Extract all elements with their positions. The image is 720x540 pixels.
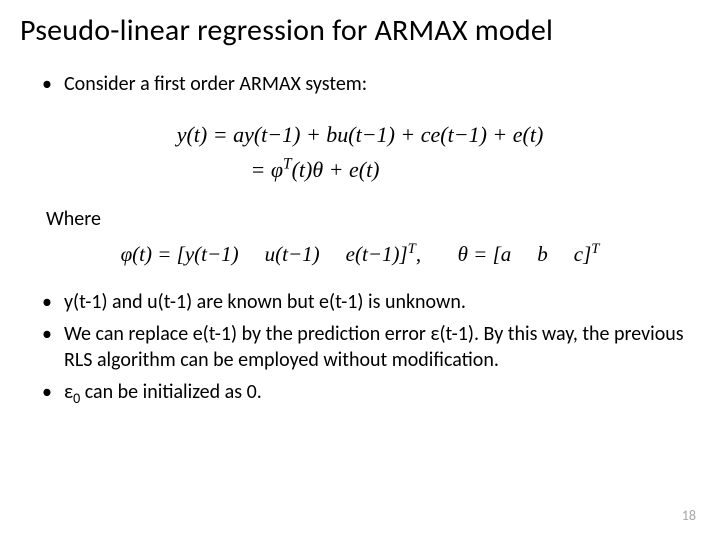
bullet-epsilon-init: ε0 can be initialized as 0. xyxy=(64,379,700,408)
equation-line1: y(t) = ay(t−1) + bu(t−1) + ce(t−1) + e(t… xyxy=(20,117,700,152)
phi-def-mid2: e(t−1)] xyxy=(346,242,408,266)
theta-def-mid1: b xyxy=(537,242,548,266)
equation-line2: = φT(t)θ + e(t) xyxy=(20,152,700,187)
eps-suffix: can be initialized as 0. xyxy=(80,380,262,404)
theta-def-prefix: θ = [a xyxy=(458,242,512,266)
eq2-suffix: (t)θ + e(t) xyxy=(292,157,380,182)
where-label: Where xyxy=(20,207,700,231)
eq2-sup: T xyxy=(283,156,292,173)
phi-def-mid1: u(t−1) xyxy=(265,242,320,266)
phi-comma: , xyxy=(416,242,421,266)
bullet-list-top: Consider a first order ARMAX system: xyxy=(20,71,700,97)
slide-container: Pseudo-linear regression for ARMAX model… xyxy=(0,0,720,540)
equation-armax: y(t) = ay(t−1) + bu(t−1) + ce(t−1) + e(t… xyxy=(20,117,700,187)
equation-definitions: φ(t) = [y(t−1)u(t−1)e(t−1)]T, θ = [abc]T xyxy=(20,241,700,267)
bullet-consider: Consider a first order ARMAX system: xyxy=(64,71,700,97)
theta-def-sup: T xyxy=(591,241,599,257)
eq2-prefix: = φ xyxy=(250,157,283,182)
theta-def-mid2: c] xyxy=(574,242,592,266)
bullet-known-unknown: y(t-1) and u(t-1) are known but e(t-1) i… xyxy=(64,289,700,315)
phi-def-sup: T xyxy=(408,241,416,257)
bullet-replace-epsilon: We can replace e(t-1) by the prediction … xyxy=(64,321,700,373)
slide-title: Pseudo-linear regression for ARMAX model xyxy=(20,12,700,49)
phi-def-prefix: φ(t) = [y(t−1) xyxy=(121,242,239,266)
page-number: 18 xyxy=(682,507,696,524)
bullet-list-bottom: y(t-1) and u(t-1) are known but e(t-1) i… xyxy=(20,289,700,408)
eps-prefix: ε xyxy=(64,380,73,404)
